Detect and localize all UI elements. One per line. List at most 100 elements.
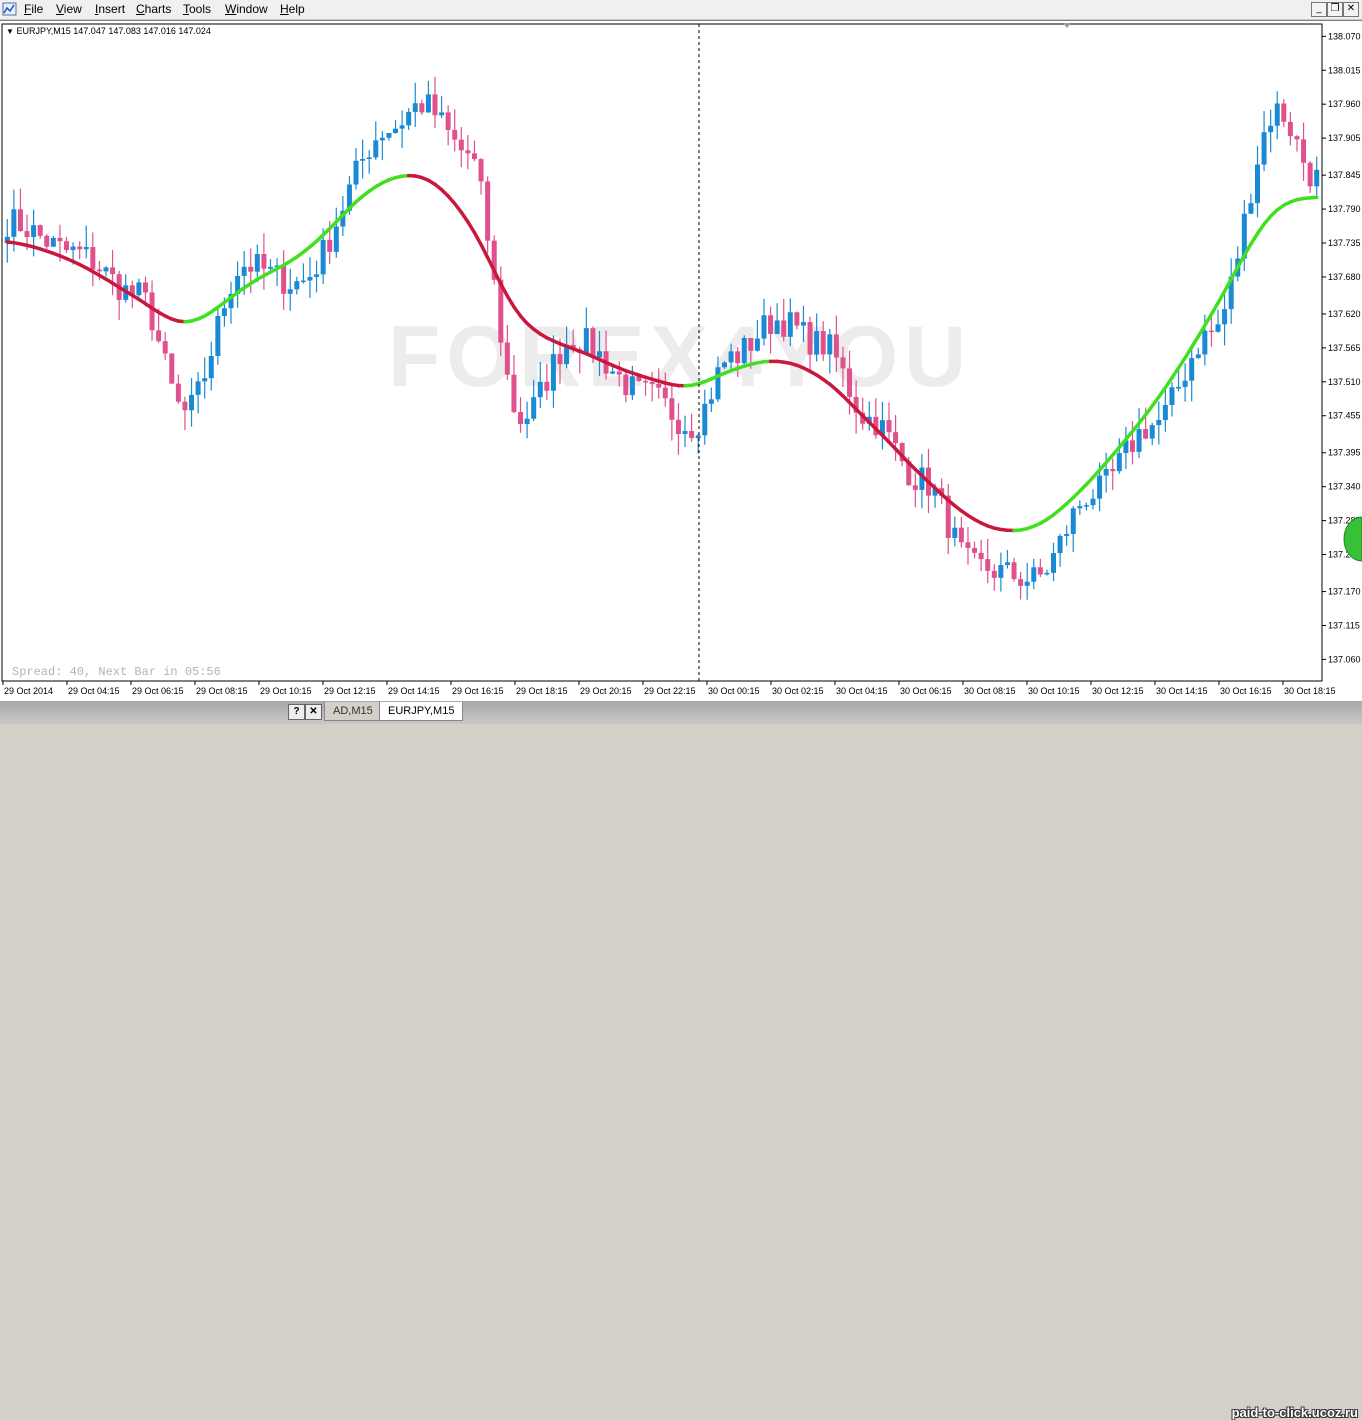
candle-body (400, 125, 405, 128)
candle-body (505, 343, 510, 375)
candle-body (143, 282, 148, 292)
candle-body (182, 402, 187, 411)
candle-body (610, 371, 615, 373)
ma-segment (1211, 303, 1218, 314)
candle-body (781, 320, 786, 336)
candle-body (1117, 453, 1122, 471)
candle-body (979, 553, 984, 559)
candle-body (1189, 358, 1194, 381)
menu-window[interactable]: Window (225, 2, 268, 16)
menu-insert[interactable]: Insert (95, 2, 125, 16)
candle-body (1301, 139, 1306, 162)
candle-body (485, 181, 490, 240)
candle-body (51, 238, 56, 247)
candle-body (518, 412, 523, 424)
chart-window[interactable]: FOREX4YOU 138.070138.015137.960137.90513… (0, 20, 1362, 702)
candle-body (156, 330, 161, 341)
menu-charts[interactable]: Charts (136, 2, 171, 16)
menu-help[interactable]: Help (280, 2, 305, 16)
candle-body (702, 404, 707, 436)
candle-body (1038, 567, 1043, 574)
candle-body (959, 528, 964, 543)
candle-body (202, 378, 207, 381)
chart-menu-arrow-icon[interactable]: ▼ (6, 27, 14, 36)
candle-body (1064, 534, 1069, 536)
time-label: 29 Oct 08:15 (196, 686, 248, 696)
price-chart[interactable]: FOREX4YOU 138.070138.015137.960137.90513… (0, 21, 1362, 702)
tab-eurjpy-m15[interactable]: EURJPY,M15 (379, 702, 463, 721)
candle-body (1077, 506, 1082, 508)
candle-body (1222, 309, 1227, 324)
price-label: 137.735 (1328, 238, 1361, 248)
ma-segment (1179, 358, 1186, 368)
app-icon[interactable] (2, 2, 17, 16)
time-label: 29 Oct 04:15 (68, 686, 120, 696)
candle-body (735, 351, 740, 363)
candle-body (1268, 126, 1273, 132)
site-watermark: paid-to-click.ucoz.ru (1232, 1405, 1358, 1420)
price-label: 137.620 (1328, 309, 1361, 319)
candle-body (650, 382, 655, 384)
minimize-button[interactable]: _ (1311, 2, 1327, 17)
candle-body (1169, 387, 1174, 405)
candle-body (1044, 573, 1049, 575)
candle-body (1025, 582, 1030, 586)
candle-body (1308, 163, 1313, 186)
candle-body (722, 362, 727, 367)
ma-segment (1251, 234, 1258, 245)
candle-body (794, 312, 799, 325)
symbol-ohlc-label: EURJPY,M15 147.047 147.083 147.016 147.0… (16, 26, 211, 36)
shift-marker[interactable] (1063, 23, 1071, 28)
candle-body (656, 384, 661, 388)
time-label: 29 Oct 14:15 (388, 686, 440, 696)
candle-body (77, 247, 82, 250)
tab-ad-m15[interactable]: AD,M15 (324, 702, 382, 721)
candle-body (893, 432, 898, 443)
candle-body (821, 331, 826, 354)
ma-segment (474, 233, 481, 245)
candle-body (439, 112, 444, 115)
candle-body (301, 281, 306, 283)
candle-body (1275, 103, 1280, 125)
candle-body (1084, 505, 1089, 507)
candle-body (1110, 469, 1115, 471)
ma-segment (507, 296, 514, 307)
help-button[interactable]: ? (288, 704, 305, 720)
candle-body (327, 240, 332, 252)
candle-body (558, 354, 563, 364)
candle-body (196, 381, 201, 394)
candle-body (57, 238, 62, 241)
candle-body (1183, 381, 1188, 387)
candle-body (768, 315, 773, 334)
candle-body (248, 267, 253, 272)
candle-body (419, 103, 424, 112)
candle-body (413, 103, 418, 112)
close-button[interactable]: ✕ (1343, 2, 1359, 17)
candle-body (209, 356, 214, 378)
menu-tools[interactable]: Tools (183, 2, 211, 16)
candle-body (64, 241, 69, 250)
restore-button[interactable]: ❐ (1327, 2, 1343, 17)
candle-body (38, 225, 43, 236)
candle-body (696, 435, 701, 438)
candle-body (985, 559, 990, 571)
candle-body (1104, 469, 1109, 476)
price-label: 137.170 (1328, 587, 1361, 597)
price-label: 137.455 (1328, 411, 1361, 421)
candle-body (406, 112, 411, 125)
close-chart-button[interactable]: ✕ (305, 704, 322, 720)
candle-body (887, 420, 892, 432)
candle-body (663, 388, 668, 399)
candle-body (360, 159, 365, 161)
time-label: 30 Oct 02:15 (772, 686, 824, 696)
candle-body (1097, 476, 1102, 499)
menu-file[interactable]: File (24, 2, 43, 16)
ma-segment (468, 222, 475, 233)
price-label: 137.115 (1328, 620, 1360, 630)
candle-body (669, 398, 674, 420)
ma-segment (1205, 314, 1212, 325)
menu-view[interactable]: View (56, 2, 82, 16)
candle-body (808, 322, 813, 355)
candle-body (538, 382, 543, 397)
chart-tab-bar: ? ✕ AD,M15 EURJPY,M15 paid-to-click.ucoz… (0, 701, 1362, 724)
